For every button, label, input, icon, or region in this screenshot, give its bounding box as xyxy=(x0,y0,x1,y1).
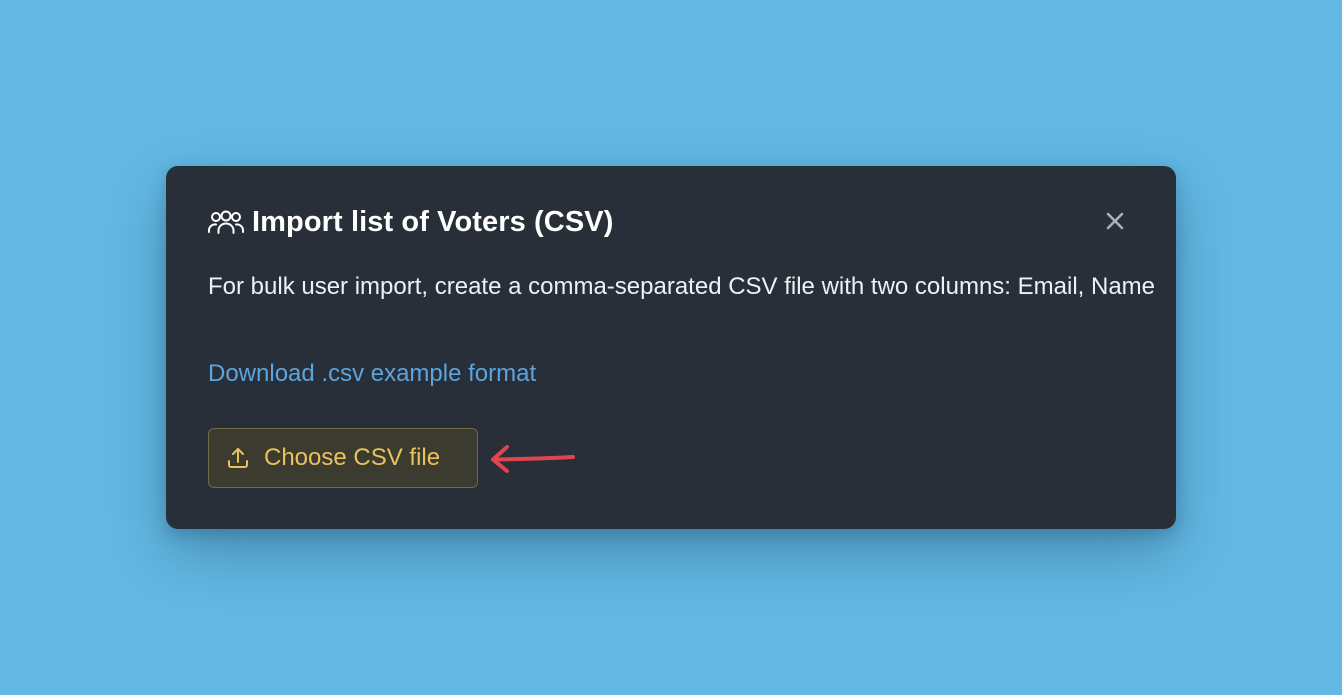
modal-title: Import list of Voters (CSV) xyxy=(252,205,614,238)
users-icon xyxy=(207,208,245,236)
close-icon xyxy=(1105,211,1125,236)
download-example-link[interactable]: Download .csv example format xyxy=(208,357,536,391)
arrow-left-icon xyxy=(488,439,578,477)
modal-description: For bulk user import, create a comma-sep… xyxy=(208,273,1156,300)
upload-icon xyxy=(226,446,250,470)
choose-csv-label: Choose CSV file xyxy=(264,444,441,471)
choose-csv-button[interactable]: Choose CSV file xyxy=(208,428,478,488)
import-voters-modal: Import list of Voters (CSV) For bulk use… xyxy=(166,166,1176,529)
close-button[interactable] xyxy=(1102,210,1128,236)
modal-header: Import list of Voters (CSV) xyxy=(207,202,613,242)
